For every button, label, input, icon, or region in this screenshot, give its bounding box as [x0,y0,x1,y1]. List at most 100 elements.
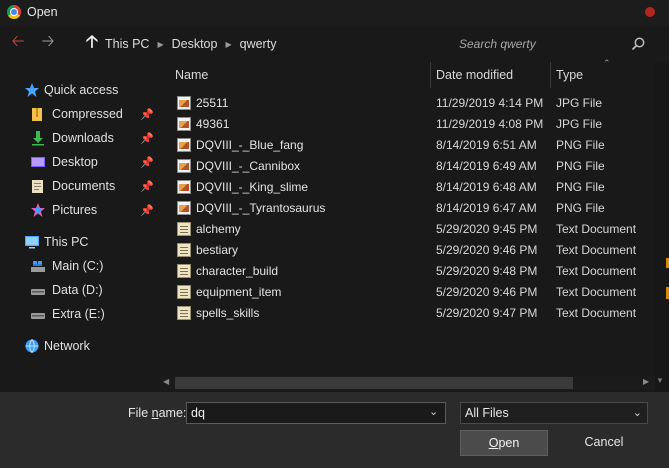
file-date: 8/14/2019 6:47 AM [436,201,537,215]
file-row[interactable]: bestiary 5/29/2020 9:46 PM Text Document [165,240,655,261]
sort-ascending-icon: ⌃ [603,58,611,68]
file-row[interactable]: 49361 11/29/2019 4:08 PM JPG File [165,114,655,135]
file-date: 8/14/2019 6:49 AM [436,159,537,173]
file-row[interactable]: DQVIII_-_King_slime 8/14/2019 6:48 AM PN… [165,177,655,198]
file-type: PNG File [556,159,605,173]
forward-button[interactable]: 🡢 [36,33,60,53]
file-row[interactable]: alchemy 5/29/2020 9:45 PM Text Document [165,219,655,240]
column-type[interactable]: Type [546,62,646,88]
file-name: DQVIII_-_King_slime [196,180,309,194]
network-icon [25,339,39,354]
file-type: Text Document [556,285,637,299]
vertical-scrollbar[interactable] [655,62,669,392]
sidebar-item-drive-c[interactable]: Main (C:) [30,255,103,277]
file-date: 5/29/2020 9:46 PM [436,285,538,299]
file-name: DQVIII_-_Blue_fang [196,138,304,152]
pin-icon[interactable]: 📌 [140,204,154,217]
folder-icon [32,108,42,121]
file-name: alchemy [196,222,241,236]
horizontal-scroll-thumb[interactable] [175,377,573,389]
filetype-select[interactable]: All Files ⌄ [460,402,648,424]
window-title: Open [27,5,58,19]
computer-icon [25,236,39,249]
file-row[interactable]: spells_skills 5/29/2020 9:47 PM Text Doc… [165,303,655,324]
pin-icon[interactable]: 📌 [140,132,154,145]
file-row[interactable]: DQVIII_-_Blue_fang 8/14/2019 6:51 AM PNG… [165,135,655,156]
file-date: 5/29/2020 9:47 PM [436,306,538,320]
image-file-icon [177,117,191,131]
search-icon[interactable] [630,36,646,52]
file-type: PNG File [556,138,605,152]
breadcrumb-qwerty[interactable]: qwerty [240,37,277,51]
sidebar-item-network[interactable]: Network [24,335,90,357]
star-icon [25,83,39,97]
file-row[interactable]: DQVIII_-_Cannibox 8/14/2019 6:49 AM PNG … [165,156,655,177]
image-file-icon [177,96,191,110]
open-button[interactable]: Open [460,430,548,456]
back-button[interactable]: 🡠 [6,33,30,53]
file-date: 11/29/2019 4:14 PM [436,96,544,110]
image-file-icon [177,180,191,194]
column-name[interactable]: Name [165,62,430,88]
image-file-icon [177,138,191,152]
sidebar-item-downloads[interactable]: Downloads [30,127,114,149]
scroll-left-icon[interactable]: ◀ [163,377,169,386]
text-file-icon [177,306,191,320]
file-type: Text Document [556,306,637,320]
file-type: Text Document [556,264,637,278]
image-file-icon [177,159,191,173]
pictures-icon [31,203,45,217]
file-type: PNG File [556,201,605,215]
pin-icon[interactable]: 📌 [140,156,154,169]
chrome-icon [7,5,21,19]
chevron-down-icon: ⌄ [632,407,642,419]
drive-icon [31,313,45,319]
file-name: DQVIII_-_Tyrantosaurus [196,201,326,215]
filename-combobox: ⌄ [186,402,446,424]
text-file-icon [177,222,191,236]
image-file-icon [177,201,191,215]
scroll-right-icon[interactable]: ▶ [643,377,649,386]
file-type: PNG File [556,180,605,194]
sidebar-item-compressed[interactable]: Compressed [30,103,123,125]
sidebar-item-drive-e[interactable]: Extra (E:) [30,303,105,325]
chevron-down-icon[interactable]: ⌄ [429,405,438,418]
column-date-modified[interactable]: Date modified [426,62,551,88]
up-button[interactable]: 🡡 [80,32,104,53]
pin-icon[interactable]: 📌 [140,108,154,121]
scroll-down-icon[interactable]: ▼ [656,376,664,385]
file-type: Text Document [556,222,637,236]
drive-icon [31,289,45,295]
search-input[interactable] [450,33,630,55]
title-bar [0,0,669,26]
filename-input[interactable] [187,403,427,423]
file-date: 5/29/2020 9:46 PM [436,243,538,257]
file-type: JPG File [556,96,603,110]
sidebar-item-quick-access[interactable]: Quick access [24,79,118,101]
text-file-icon [177,243,191,257]
file-name: bestiary [196,243,239,257]
pin-icon[interactable]: 📌 [140,180,154,193]
file-name: DQVIII_-_Cannibox [196,159,301,173]
sidebar-item-pictures[interactable]: Pictures [30,199,97,221]
file-date: 5/29/2020 9:48 PM [436,264,538,278]
sidebar-item-documents[interactable]: Documents [30,175,115,197]
file-row[interactable]: equipment_item 5/29/2020 9:46 PM Text Do… [165,282,655,303]
file-row[interactable]: DQVIII_-_Tyrantosaurus 8/14/2019 6:47 AM… [165,198,655,219]
file-row[interactable]: character_build 5/29/2020 9:48 PM Text D… [165,261,655,282]
search-box [450,33,650,55]
arrow-left-icon: 🡠 [11,32,25,50]
file-date: 8/14/2019 6:48 AM [436,180,537,194]
sidebar-item-this-pc[interactable]: This PC [24,231,88,253]
cancel-button[interactable]: Cancel [560,430,648,456]
breadcrumb-desktop[interactable]: Desktop [172,37,218,51]
file-row[interactable]: 25511 11/29/2019 4:14 PM JPG File [165,93,655,114]
sidebar-item-drive-d[interactable]: Data (D:) [30,279,103,301]
chevron-right-icon[interactable]: ▶ [225,40,231,49]
close-button[interactable] [645,7,655,17]
arrow-right-icon: 🡢 [41,32,55,50]
chevron-right-icon[interactable]: ▶ [157,40,163,49]
breadcrumb-this-pc[interactable]: This PC [105,37,149,51]
sidebar-item-desktop[interactable]: Desktop [30,151,98,173]
documents-icon [32,180,43,193]
